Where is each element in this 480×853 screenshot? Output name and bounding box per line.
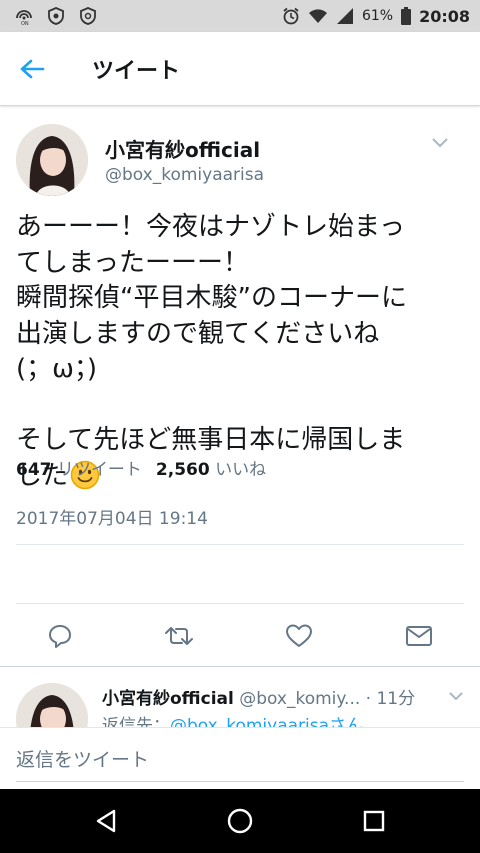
svg-text:ON: ON xyxy=(21,21,29,26)
nav-recents-button[interactable] xyxy=(360,807,388,835)
recents-square-icon xyxy=(363,810,385,832)
reply-to-mention[interactable]: @box_komiyaarisaさん xyxy=(170,716,363,727)
nav-home-button[interactable] xyxy=(226,807,254,835)
back-triangle-icon xyxy=(96,809,116,833)
divider xyxy=(16,544,464,545)
like-button[interactable] xyxy=(284,622,314,650)
retweets-label: リツイート xyxy=(56,460,142,480)
avatar[interactable] xyxy=(16,683,88,727)
chevron-down-icon xyxy=(449,692,463,701)
tweet-text-line: そして先ほど無事日本に帰国しま xyxy=(16,425,406,455)
tweet-text-blank xyxy=(16,388,472,424)
tweet-menu-button[interactable] xyxy=(428,133,452,153)
system-navigation-bar xyxy=(0,789,480,853)
battery-icon xyxy=(400,6,412,26)
wifi-icon xyxy=(308,6,328,26)
chevron-down-icon xyxy=(432,138,448,148)
likes-count: 2,560 xyxy=(155,460,210,480)
tweet-text-line: 瞬間探偵“平目木駿”のコーナーに xyxy=(16,283,407,313)
reply-composer: 返信をツイート xyxy=(0,727,480,789)
likes-stat[interactable]: 2,560 いいね xyxy=(156,460,266,480)
direct-message-button[interactable] xyxy=(404,622,434,650)
retweets-stat[interactable]: 647 リツイート xyxy=(16,460,142,480)
tweet-timestamp: 2017年07月04日 19:14 xyxy=(16,509,208,529)
like-icon xyxy=(286,624,312,647)
nav-back-button[interactable] xyxy=(92,807,120,835)
app-bar: ツイート xyxy=(0,32,480,106)
reply-input[interactable]: 返信をツイート xyxy=(16,745,149,772)
tweet-stats: 647 リツイート 2,560 いいね xyxy=(16,455,266,480)
author-handle[interactable]: @box_komiyaarisa xyxy=(105,165,264,185)
shield-icon xyxy=(78,6,98,26)
battery-percent: 61% xyxy=(361,8,394,24)
tweet-text-line: あーーー！今夜はナゾトレ始まっ xyxy=(16,212,405,242)
shield-icon xyxy=(46,6,66,26)
reply-author-name[interactable]: 小宮有紗official xyxy=(102,689,234,709)
signal-on-icon: ON xyxy=(14,6,34,26)
reply-time: · 11分 xyxy=(365,689,416,709)
avatar[interactable] xyxy=(16,124,88,196)
reply-author-handle[interactable]: @box_komiy... xyxy=(239,689,360,709)
retweet-icon xyxy=(165,627,193,645)
reply-header: 小宮有紗official @box_komiy... · 11分 xyxy=(102,684,415,709)
tweet-actions xyxy=(0,608,480,664)
tweet-text-line: (；ω；) xyxy=(16,354,98,384)
reply-button[interactable] xyxy=(45,622,75,650)
reply-menu-button[interactable] xyxy=(446,688,466,704)
reply-to-label: 返信先： xyxy=(102,716,170,727)
retweets-count: 647 xyxy=(16,460,52,480)
back-arrow-icon xyxy=(20,59,45,78)
reply-tweet[interactable]: 小宮有紗official @box_komiy... · 11分 返信先：@bo… xyxy=(0,667,480,727)
page-title: ツイート xyxy=(92,58,181,84)
alarm-icon xyxy=(281,6,301,26)
likes-label: いいね xyxy=(215,460,267,480)
input-underline xyxy=(16,781,464,782)
back-button[interactable] xyxy=(0,32,64,106)
reply-icon xyxy=(49,625,71,648)
cell-signal-icon xyxy=(335,6,355,26)
retweet-button[interactable] xyxy=(164,622,194,650)
author-name[interactable]: 小宮有紗official xyxy=(105,134,260,163)
status-bar: ON 61% 20:08 xyxy=(0,0,480,32)
tweet-text-line: てしまったーーー！ xyxy=(16,247,249,278)
home-circle-icon xyxy=(227,808,253,834)
divider xyxy=(16,603,464,604)
tweet-text-line: 出演しますので観てくださいね xyxy=(16,318,380,349)
clock: 20:08 xyxy=(419,6,470,26)
reply-to: 返信先：@box_komiyaarisaさん xyxy=(102,711,363,727)
direct-message-icon xyxy=(406,626,432,646)
